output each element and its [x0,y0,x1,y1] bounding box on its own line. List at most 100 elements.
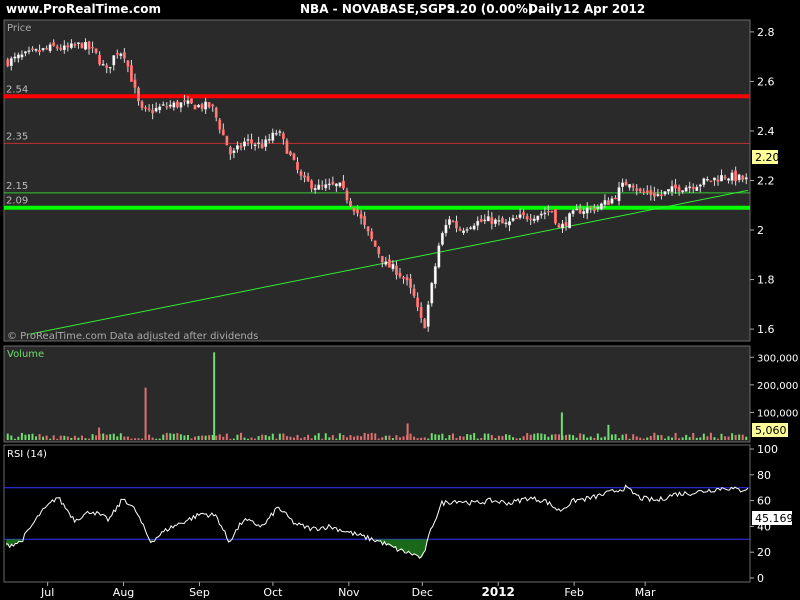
volume-bar [391,438,394,440]
candle-body [667,189,670,192]
volume-bar [596,433,599,440]
volume-bar [208,435,211,440]
volume-bar [24,434,27,440]
volume-bar [667,436,670,440]
x-axis-label-2012: 2012 [482,585,515,599]
stock-chart[interactable]: 2.54 2.35 2.15 2.09 2.8 2.6 2.4 2.2 2 1.8 1.6 300,… [0,0,800,600]
candle-body [175,101,179,108]
volume-bar [190,438,193,440]
volume-panel[interactable] [3,345,751,443]
volume-bar [416,438,419,440]
candle-body [684,187,688,192]
rsi-panel[interactable] [3,444,751,583]
volume-bar [300,438,303,440]
volume-bar [52,435,55,440]
volume-bar [183,435,186,440]
volume-bar [229,438,232,440]
candle-body [585,207,589,214]
volume-bar [215,435,218,440]
candle-body [38,50,41,53]
volume-bar [70,437,73,440]
candle-body [352,207,356,212]
volume-bar [102,433,105,440]
volume-bar [27,434,30,440]
volume-bar [508,434,511,440]
candle-body [525,216,529,220]
volume-bar [384,435,387,440]
volume-bar [310,438,313,440]
volume-bar [600,437,603,440]
candle-body [214,107,218,118]
volume-bar [6,433,9,440]
candle-body [55,46,59,49]
volume-bar [455,438,458,440]
volume-bar [671,437,674,440]
volume-bar [713,437,716,440]
candle-body [52,42,56,46]
candle-body [550,210,554,213]
volume-bar [618,438,621,440]
candle-body [119,53,123,56]
candle-body [366,226,370,232]
volume-bar [653,432,656,440]
volume-bar [678,438,681,440]
volume-bar [303,437,306,440]
candle-body [617,187,621,202]
candle-body [387,259,391,268]
candle-body [45,47,49,50]
volume-bar [621,434,624,440]
candle-body [455,220,458,229]
volume-bar [451,433,454,440]
volume-bar [554,434,557,440]
candle-body [433,266,437,284]
volume-bar [610,434,613,440]
candle-body [592,208,596,212]
candle-body [289,151,292,156]
candle-body [260,143,264,149]
candle-body [313,188,317,191]
volume-bar [225,433,228,440]
candle-body [621,182,624,187]
volume-bar [427,438,430,440]
volume-bar [247,438,250,440]
candle-body [486,216,490,222]
price-axis-label: 2 [757,224,764,237]
candle-body [197,104,200,108]
price-panel[interactable] [3,19,751,342]
volume-axis-label: 200,000 [757,381,798,392]
volume-bar [261,434,264,440]
volume-bar [409,433,412,440]
candle-body [221,129,225,136]
volume-bar [218,434,221,440]
candle-body [133,79,137,88]
volume-bar [688,437,691,440]
candle-body [607,200,610,205]
candle-body [165,105,169,108]
candle-body [66,45,70,48]
volume-bar [95,435,98,440]
candle-body [688,186,692,189]
volume-bar [194,436,197,440]
volume-bar [165,432,168,440]
candle-body [660,194,663,196]
candle-body [246,139,250,141]
volume-bar [84,438,87,440]
candle-body [737,174,741,181]
volume-bar [264,435,267,440]
volume-bar [745,436,748,440]
candle-body [296,161,299,170]
volume-bar [441,433,444,440]
volume-bar [681,437,684,440]
candle-body [631,185,635,188]
candle-body [546,211,550,213]
volume-bar [49,438,52,440]
volume-bar [80,435,83,440]
volume-bar [529,434,532,440]
volume-bar [59,435,62,440]
candle-body [126,60,130,67]
volume-bar [706,436,709,440]
volume-bar [656,435,659,440]
volume-bar [331,435,334,440]
candle-body [147,108,151,110]
candle-body [73,44,77,46]
